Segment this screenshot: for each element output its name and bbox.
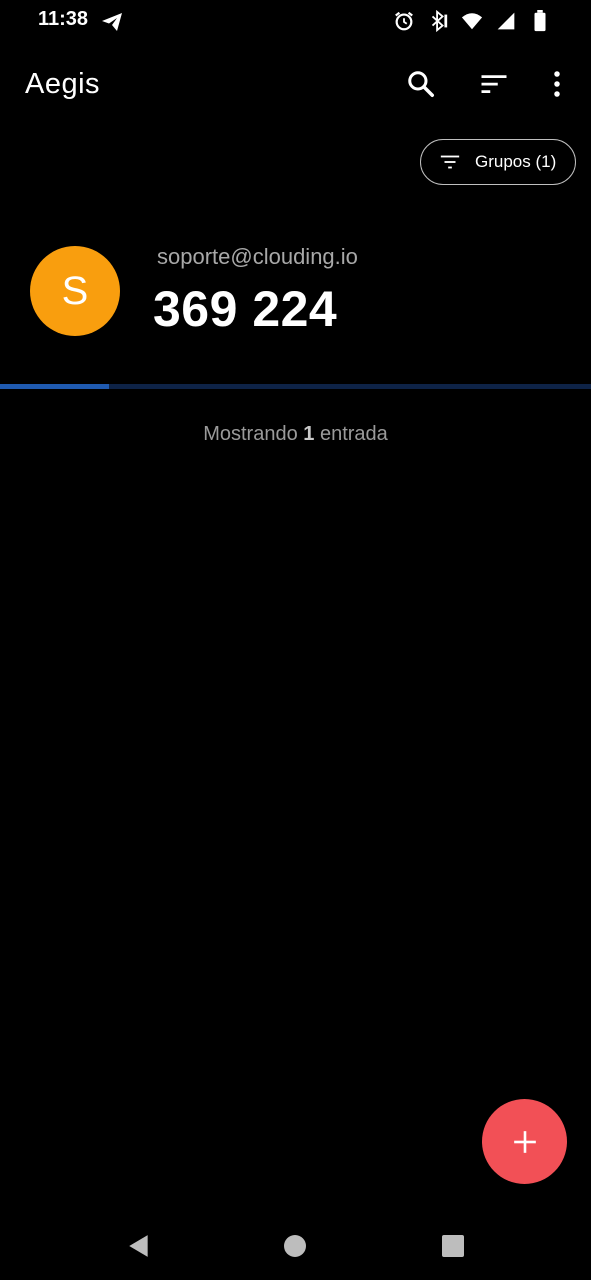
entry-avatar: S <box>30 246 120 336</box>
entry-count-text: Mostrando 1 entrada <box>0 423 591 446</box>
avatar-letter: S <box>61 268 89 313</box>
wifi-icon <box>461 10 483 32</box>
nav-recents-button[interactable] <box>431 1224 475 1268</box>
back-icon <box>129 1235 148 1257</box>
entry-code: 369 224 <box>153 281 338 337</box>
add-entry-button[interactable] <box>482 1099 567 1184</box>
bluetooth-icon <box>427 10 449 32</box>
search-icon <box>408 71 434 97</box>
sort-button[interactable] <box>470 60 518 108</box>
code-progress-fill <box>0 384 110 389</box>
app-title: Aegis <box>25 68 101 100</box>
entry-issuer: soporte@clouding.io <box>157 244 358 269</box>
groups-filter-chip[interactable]: Grupos (1) <box>420 139 576 185</box>
more-options-button[interactable] <box>533 60 581 108</box>
plus-icon <box>513 1130 536 1153</box>
recents-icon <box>442 1235 464 1257</box>
entry-count-number: 1 <box>303 423 315 445</box>
entry-count-suffix: entrada <box>319 423 388 445</box>
battery-icon <box>529 10 551 32</box>
sort-icon <box>481 75 507 93</box>
nav-home-button[interactable] <box>273 1224 317 1268</box>
filter-icon <box>440 155 460 169</box>
more-vert-icon <box>554 71 560 97</box>
entry-count-prefix: Mostrando <box>203 423 298 445</box>
home-icon <box>284 1235 306 1257</box>
status-icons <box>393 10 551 32</box>
telegram-icon <box>100 10 124 34</box>
signal-icon <box>495 10 517 32</box>
status-time: 11:38 <box>38 8 89 30</box>
search-button[interactable] <box>397 60 445 108</box>
alarm-icon <box>393 10 415 32</box>
groups-chip-label: Grupos (1) <box>475 152 557 171</box>
nav-back-button[interactable] <box>117 1224 161 1268</box>
